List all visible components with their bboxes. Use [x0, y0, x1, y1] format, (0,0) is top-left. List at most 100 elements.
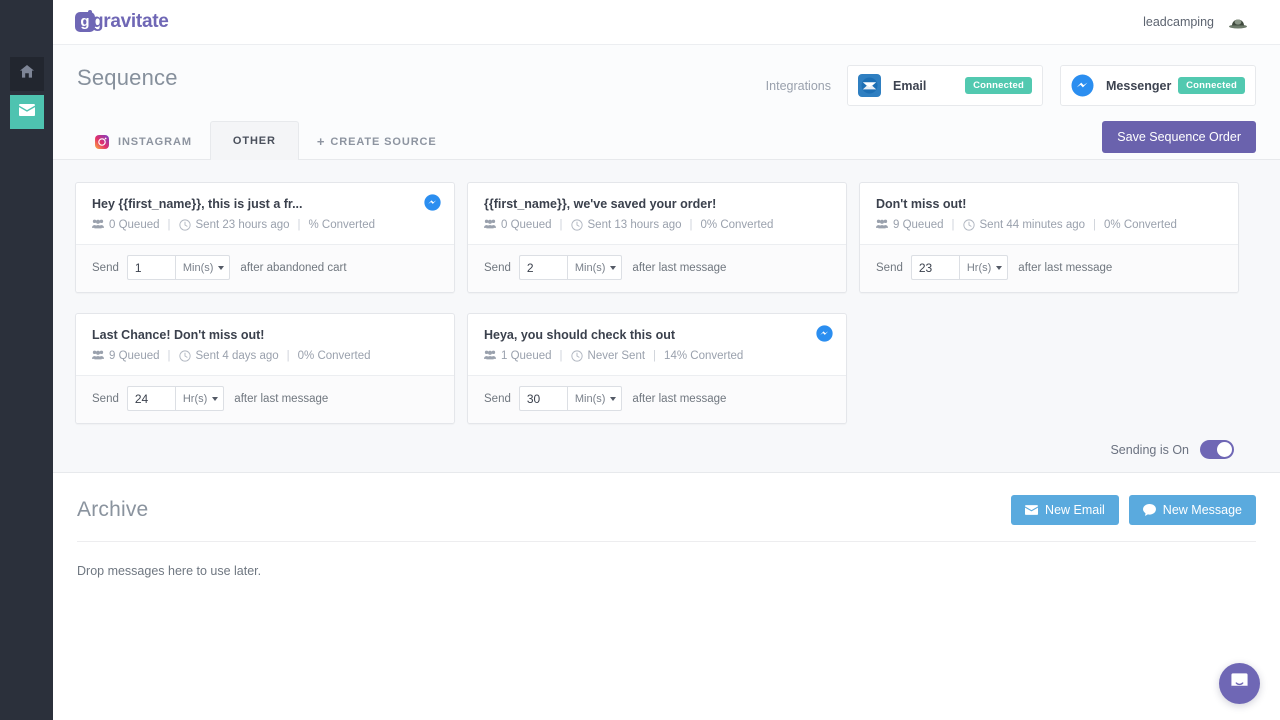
- clock-icon: [178, 219, 191, 231]
- after-text: after last message: [632, 261, 727, 274]
- card-footer: Send Hr(s) after last message: [860, 244, 1238, 292]
- new-message-button[interactable]: New Message: [1128, 495, 1256, 525]
- sequence-card[interactable]: Heya, you should check this out 1 Queued |…: [467, 313, 847, 424]
- send-label: Send: [92, 392, 119, 405]
- chevron-down-icon: [610, 265, 617, 270]
- sending-status-label: Sending is On: [1110, 442, 1189, 457]
- tab-other[interactable]: OTHER: [209, 121, 299, 160]
- delay-unit-select[interactable]: Min(s): [174, 255, 231, 280]
- integration-card-email[interactable]: Email Connected: [847, 65, 1043, 106]
- user-avatar-icon[interactable]: [1228, 15, 1248, 29]
- page-header-row: Sequence Integrations Email Connected Me…: [77, 65, 1256, 106]
- sequence-card-list: Hey {{first_name}}, this is just a fr...…: [75, 182, 1258, 424]
- tab-instagram[interactable]: INSTAGRAM: [77, 123, 210, 160]
- send-label: Send: [484, 261, 511, 274]
- queued-text: 9 Queued: [109, 350, 160, 362]
- card-meta: 0 Queued | Sent 13 hours ago | 0% Converted: [484, 219, 830, 231]
- new-email-label: New Email: [1045, 503, 1105, 517]
- sidebar-item-messages[interactable]: [9, 95, 44, 129]
- clock-icon: [962, 219, 975, 231]
- sequence-section: Hey {{first_name}}, this is just a fr...…: [53, 159, 1280, 472]
- integration-name: Email: [893, 78, 927, 93]
- card-footer: Send Min(s) after last message: [468, 375, 846, 423]
- new-email-button[interactable]: New Email: [1011, 495, 1119, 525]
- toggle-knob: [1217, 442, 1232, 457]
- delay-unit-label: Min(s): [574, 392, 606, 405]
- intercom-launcher[interactable]: [1219, 663, 1260, 704]
- delay-value-input[interactable]: [126, 255, 175, 280]
- archive-section: Archive New Email New Message Drop messa…: [53, 472, 1280, 720]
- card-footer: Send Hr(s) after last message: [76, 375, 454, 423]
- messenger-integration-icon: [1071, 74, 1094, 97]
- converted-stat: 0% Converted: [1104, 219, 1177, 231]
- new-message-label: New Message: [1162, 503, 1242, 517]
- clock-icon: [178, 350, 191, 362]
- sequence-card[interactable]: Hey {{first_name}}, this is just a fr...…: [75, 182, 455, 293]
- queued-stat: 1 Queued: [484, 350, 552, 362]
- card-top: Hey {{first_name}}, this is just a fr...…: [76, 183, 454, 244]
- people-icon: [484, 219, 496, 231]
- delay-unit-select[interactable]: Min(s): [566, 386, 623, 411]
- meta-separator: |: [297, 219, 301, 231]
- main-column: g gravitate leadcamping Sequence Integra…: [53, 0, 1280, 720]
- meta-separator: |: [286, 350, 290, 362]
- card-top: Heya, you should check this out 1 Queued |…: [468, 314, 846, 375]
- meta-separator: |: [951, 219, 955, 231]
- delay-value-input[interactable]: [518, 255, 567, 280]
- sent-text: Sent 4 days ago: [195, 350, 279, 362]
- card-top: Last Chance! Don't miss out! 9 Queued | Sen…: [76, 314, 454, 375]
- after-text: after last message: [1018, 261, 1113, 274]
- integrations-label: Integrations: [765, 78, 831, 93]
- queued-text: 1 Queued: [501, 350, 552, 362]
- top-bar: g gravitate leadcamping: [53, 0, 1280, 45]
- meta-separator: |: [689, 219, 693, 231]
- card-meta: 9 Queued | Sent 4 days ago | 0% Converted: [92, 350, 438, 362]
- meta-separator: |: [559, 350, 563, 362]
- card-meta: 1 Queued | Never Sent | 14% Converted: [484, 350, 830, 362]
- delay-value-input[interactable]: [910, 255, 959, 280]
- sequence-card[interactable]: {{first_name}}, we've saved your order! 0…: [467, 182, 847, 293]
- queued-stat: 9 Queued: [876, 219, 944, 231]
- delay-unit-label: Hr(s): [966, 261, 992, 274]
- sent-stat: Sent 13 hours ago: [570, 219, 682, 231]
- save-sequence-order-button[interactable]: Save Sequence Order: [1102, 121, 1256, 153]
- app-root: g gravitate leadcamping Sequence Integra…: [0, 0, 1280, 720]
- email-integration-icon: [858, 74, 881, 97]
- people-icon: [484, 350, 496, 362]
- delay-unit-label: Min(s): [182, 261, 214, 274]
- people-icon: [876, 219, 888, 231]
- meta-separator: |: [167, 350, 171, 362]
- tab-create-source[interactable]: + CREATE SOURCE: [299, 122, 455, 160]
- plus-icon: +: [316, 134, 326, 149]
- source-tabs: INSTAGRAM OTHER + CREATE SOURCE: [77, 120, 455, 160]
- page-title: Sequence: [77, 65, 178, 90]
- chat-square-smile-icon: [1230, 672, 1249, 696]
- delay-unit-select[interactable]: Hr(s): [958, 255, 1009, 280]
- sequence-card[interactable]: Don't miss out! 9 Queued | Sent 44 minutes …: [859, 182, 1239, 293]
- card-top: {{first_name}}, we've saved your order! 0…: [468, 183, 846, 244]
- chevron-down-icon: [218, 265, 225, 270]
- chevron-down-icon: [996, 265, 1003, 270]
- delay-value-input[interactable]: [518, 386, 567, 411]
- integration-card-messenger[interactable]: Messenger Connected: [1060, 65, 1256, 106]
- delay-unit-select[interactable]: Hr(s): [174, 386, 225, 411]
- sent-stat: Never Sent: [570, 350, 645, 362]
- delay-unit-label: Min(s): [574, 261, 606, 274]
- card-meta: 9 Queued | Sent 44 minutes ago | 0% Converte…: [876, 219, 1222, 231]
- account-name[interactable]: leadcamping: [1143, 15, 1214, 29]
- messenger-channel-icon: [424, 194, 441, 211]
- sidebar-item-home[interactable]: [9, 57, 44, 91]
- people-icon: [92, 219, 104, 231]
- tab-label: OTHER: [232, 135, 276, 147]
- delay-value-input[interactable]: [126, 386, 175, 411]
- sequence-card[interactable]: Last Chance! Don't miss out! 9 Queued | Sen…: [75, 313, 455, 424]
- queued-stat: 0 Queued: [92, 219, 160, 231]
- envelope-icon: [1025, 505, 1039, 515]
- delay-unit-select[interactable]: Min(s): [566, 255, 623, 280]
- queued-text: 9 Queued: [893, 219, 944, 231]
- chevron-down-icon: [212, 396, 219, 401]
- left-sidebar: [0, 0, 53, 720]
- meta-separator: |: [653, 350, 657, 362]
- sending-toggle[interactable]: [1200, 440, 1234, 459]
- brand-logo[interactable]: g gravitate: [75, 9, 169, 35]
